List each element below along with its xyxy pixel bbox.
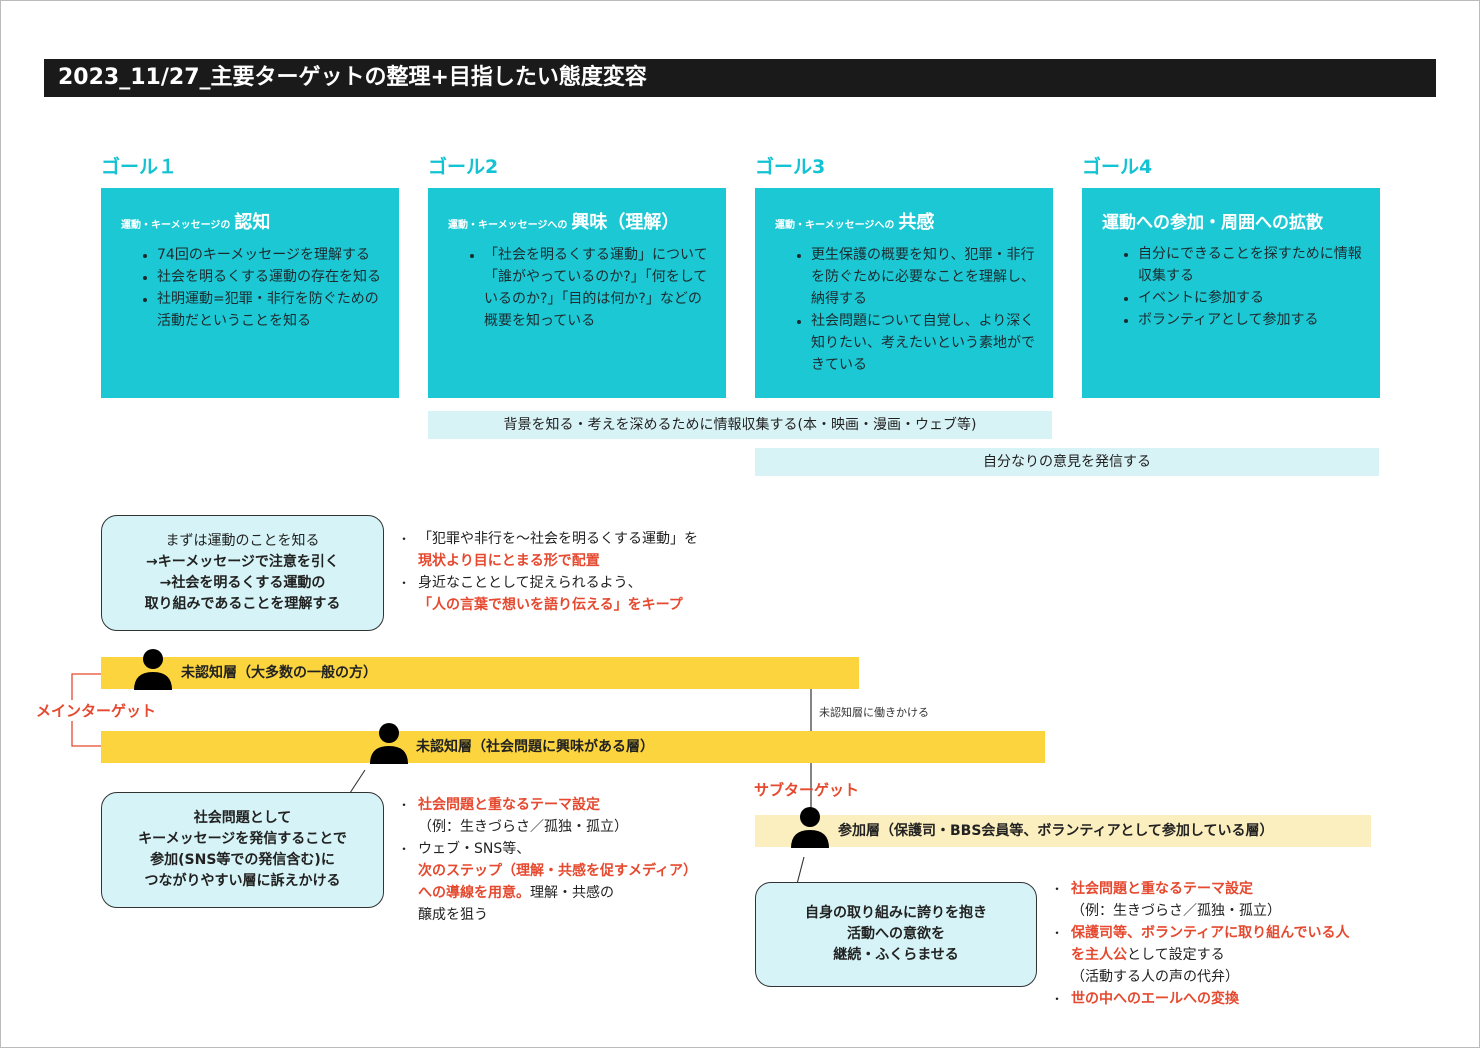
notes-awareness: 「犯罪や非行を〜社会を明るくする運動」を 現状より目にとまる形で配置 身近なこと…: [398, 528, 760, 616]
note-item: 社会問題と重なるテーマ設定 （例：生きづらさ／孤独・孤立）: [398, 794, 700, 838]
callout-line: 社会問題として: [193, 810, 292, 826]
callout-social-issue: 社会問題として キーメッセージを発信することで 参加(SNS等での発信含む)に …: [101, 792, 384, 908]
note-item: 社会問題と重なるテーマ設定 （例：生きづらさ／孤独・孤立）: [1051, 878, 1353, 922]
person-icon: [134, 649, 172, 690]
layer-unaware-general: 未認知層（大多数の一般の方）: [181, 665, 377, 681]
callout-line: 取り組みであることを理解する: [144, 596, 341, 612]
person-icon: [370, 723, 408, 764]
callout-awareness: まずは運動のことを知る →キーメッセージで注意を引く →社会を明るくする運動の …: [101, 515, 384, 631]
notes-social-issue: 社会問題と重なるテーマ設定 （例：生きづらさ／孤独・孤立） ウェブ・SNS等、 …: [398, 794, 700, 926]
reach-out-label: 未認知層に働きかける: [819, 706, 929, 719]
main-target-label: メインターゲット: [34, 700, 159, 721]
callout-line: まずは運動のことを知る: [165, 533, 320, 549]
callout-line: 参加(SNS等での発信含む)に: [150, 852, 335, 868]
notes-participation: 社会問題と重なるテーマ設定 （例：生きづらさ／孤独・孤立） 保護司等、ボランティ…: [1051, 878, 1353, 1010]
callout-line: →キーメッセージで注意を引く: [146, 554, 339, 570]
layer-unaware-interested: 未認知層（社会問題に興味がある層）: [416, 739, 654, 755]
sub-target-label: サブターゲット: [754, 781, 860, 799]
note-item: 保護司等、ボランティアに取り組んでいる人を主人公として設定する （活動する人の声…: [1051, 922, 1353, 988]
callout-participation: 自身の取り組みに誇りを抱き 活動への意欲を 継続・ふくらませる: [755, 882, 1037, 987]
callout-line: キーメッセージを発信することで: [138, 831, 347, 847]
note-item: 「犯罪や非行を〜社会を明るくする運動」を 現状より目にとまる形で配置: [398, 528, 760, 572]
callout-line: →社会を明るくする運動の: [159, 575, 326, 591]
callout-line: つながりやすい層に訴えかける: [144, 873, 341, 889]
layer-participating: 参加層（保護司・BBS会員等、ボランティアとして参加している層）: [838, 823, 1274, 839]
callout-line: 活動への意欲を: [847, 926, 945, 942]
callout-line: 継続・ふくらませる: [833, 947, 959, 963]
note-item: ウェブ・SNS等、 次のステップ（理解・共感を促すメディア）への導線を用意。理解…: [398, 838, 700, 926]
callout-line: 自身の取り組みに誇りを抱き: [805, 905, 987, 921]
note-item: 身近なこととして捉えられるよう、 「人の言葉で想いを語り伝える」をキープ: [398, 572, 760, 616]
person-icon: [791, 807, 829, 848]
note-item: 世の中へのエールへの変換: [1051, 988, 1353, 1010]
